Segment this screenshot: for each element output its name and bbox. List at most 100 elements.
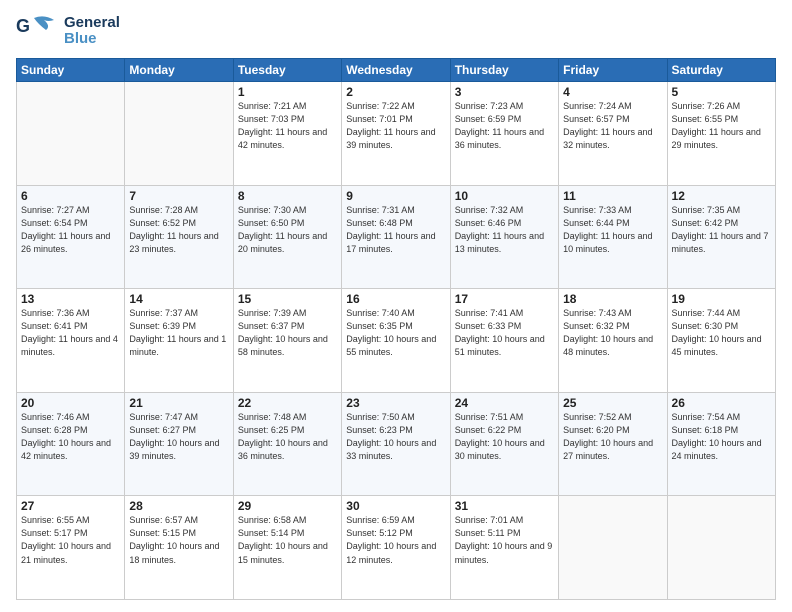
day-number: 13 [21,292,120,306]
calendar-cell: 17Sunrise: 7:41 AMSunset: 6:33 PMDayligh… [450,289,558,393]
logo-blue: Blue [64,31,120,48]
day-info: Sunrise: 7:40 AMSunset: 6:35 PMDaylight:… [346,307,445,359]
calendar-week-row: 6Sunrise: 7:27 AMSunset: 6:54 PMDaylight… [17,185,776,289]
day-number: 17 [455,292,554,306]
day-number: 15 [238,292,337,306]
calendar-cell: 1Sunrise: 7:21 AMSunset: 7:03 PMDaylight… [233,82,341,186]
day-info: Sunrise: 7:23 AMSunset: 6:59 PMDaylight:… [455,100,554,152]
calendar-cell: 22Sunrise: 7:48 AMSunset: 6:25 PMDayligh… [233,392,341,496]
calendar-cell: 15Sunrise: 7:39 AMSunset: 6:37 PMDayligh… [233,289,341,393]
logo: G General Blue [16,12,120,50]
day-info: Sunrise: 7:50 AMSunset: 6:23 PMDaylight:… [346,411,445,463]
calendar-cell: 27Sunrise: 6:55 AMSunset: 5:17 PMDayligh… [17,496,125,600]
day-info: Sunrise: 7:54 AMSunset: 6:18 PMDaylight:… [672,411,771,463]
calendar-cell: 4Sunrise: 7:24 AMSunset: 6:57 PMDaylight… [559,82,667,186]
day-info: Sunrise: 7:21 AMSunset: 7:03 PMDaylight:… [238,100,337,152]
col-monday: Monday [125,59,233,82]
day-number: 4 [563,85,662,99]
day-number: 6 [21,189,120,203]
day-number: 27 [21,499,120,513]
calendar-cell: 5Sunrise: 7:26 AMSunset: 6:55 PMDaylight… [667,82,775,186]
day-number: 30 [346,499,445,513]
calendar-cell [17,82,125,186]
col-friday: Friday [559,59,667,82]
day-number: 18 [563,292,662,306]
day-info: Sunrise: 6:58 AMSunset: 5:14 PMDaylight:… [238,514,337,566]
day-number: 19 [672,292,771,306]
calendar-cell: 31Sunrise: 7:01 AMSunset: 5:11 PMDayligh… [450,496,558,600]
calendar-cell [125,82,233,186]
calendar-cell: 25Sunrise: 7:52 AMSunset: 6:20 PMDayligh… [559,392,667,496]
day-info: Sunrise: 7:35 AMSunset: 6:42 PMDaylight:… [672,204,771,256]
day-number: 26 [672,396,771,410]
col-wednesday: Wednesday [342,59,450,82]
calendar-cell: 30Sunrise: 6:59 AMSunset: 5:12 PMDayligh… [342,496,450,600]
day-number: 20 [21,396,120,410]
calendar-week-row: 27Sunrise: 6:55 AMSunset: 5:17 PMDayligh… [17,496,776,600]
day-info: Sunrise: 6:57 AMSunset: 5:15 PMDaylight:… [129,514,228,566]
day-info: Sunrise: 7:37 AMSunset: 6:39 PMDaylight:… [129,307,228,359]
calendar-week-row: 20Sunrise: 7:46 AMSunset: 6:28 PMDayligh… [17,392,776,496]
calendar-cell: 11Sunrise: 7:33 AMSunset: 6:44 PMDayligh… [559,185,667,289]
day-number: 23 [346,396,445,410]
day-info: Sunrise: 7:33 AMSunset: 6:44 PMDaylight:… [563,204,662,256]
day-number: 12 [672,189,771,203]
day-number: 21 [129,396,228,410]
day-number: 8 [238,189,337,203]
day-number: 31 [455,499,554,513]
calendar-week-row: 1Sunrise: 7:21 AMSunset: 7:03 PMDaylight… [17,82,776,186]
day-info: Sunrise: 6:55 AMSunset: 5:17 PMDaylight:… [21,514,120,566]
day-number: 9 [346,189,445,203]
day-info: Sunrise: 7:46 AMSunset: 6:28 PMDaylight:… [21,411,120,463]
day-info: Sunrise: 7:44 AMSunset: 6:30 PMDaylight:… [672,307,771,359]
day-info: Sunrise: 7:30 AMSunset: 6:50 PMDaylight:… [238,204,337,256]
calendar-cell: 26Sunrise: 7:54 AMSunset: 6:18 PMDayligh… [667,392,775,496]
day-info: Sunrise: 7:51 AMSunset: 6:22 PMDaylight:… [455,411,554,463]
day-info: Sunrise: 7:32 AMSunset: 6:46 PMDaylight:… [455,204,554,256]
calendar-cell: 9Sunrise: 7:31 AMSunset: 6:48 PMDaylight… [342,185,450,289]
calendar-cell: 16Sunrise: 7:40 AMSunset: 6:35 PMDayligh… [342,289,450,393]
day-info: Sunrise: 7:39 AMSunset: 6:37 PMDaylight:… [238,307,337,359]
col-tuesday: Tuesday [233,59,341,82]
day-number: 3 [455,85,554,99]
svg-text:G: G [16,16,30,36]
day-info: Sunrise: 7:28 AMSunset: 6:52 PMDaylight:… [129,204,228,256]
calendar-cell: 19Sunrise: 7:44 AMSunset: 6:30 PMDayligh… [667,289,775,393]
calendar-cell: 18Sunrise: 7:43 AMSunset: 6:32 PMDayligh… [559,289,667,393]
day-number: 7 [129,189,228,203]
day-info: Sunrise: 7:26 AMSunset: 6:55 PMDaylight:… [672,100,771,152]
calendar-cell: 3Sunrise: 7:23 AMSunset: 6:59 PMDaylight… [450,82,558,186]
day-info: Sunrise: 7:36 AMSunset: 6:41 PMDaylight:… [21,307,120,359]
day-number: 24 [455,396,554,410]
day-number: 22 [238,396,337,410]
calendar-cell: 20Sunrise: 7:46 AMSunset: 6:28 PMDayligh… [17,392,125,496]
logo-icon: G [16,12,60,50]
day-info: Sunrise: 7:22 AMSunset: 7:01 PMDaylight:… [346,100,445,152]
calendar-cell: 10Sunrise: 7:32 AMSunset: 6:46 PMDayligh… [450,185,558,289]
header: G General Blue [16,12,776,50]
day-number: 29 [238,499,337,513]
day-number: 10 [455,189,554,203]
calendar-cell: 14Sunrise: 7:37 AMSunset: 6:39 PMDayligh… [125,289,233,393]
col-saturday: Saturday [667,59,775,82]
calendar-cell: 6Sunrise: 7:27 AMSunset: 6:54 PMDaylight… [17,185,125,289]
calendar-week-row: 13Sunrise: 7:36 AMSunset: 6:41 PMDayligh… [17,289,776,393]
day-info: Sunrise: 6:59 AMSunset: 5:12 PMDaylight:… [346,514,445,566]
day-number: 2 [346,85,445,99]
calendar-cell: 28Sunrise: 6:57 AMSunset: 5:15 PMDayligh… [125,496,233,600]
day-number: 11 [563,189,662,203]
day-info: Sunrise: 7:48 AMSunset: 6:25 PMDaylight:… [238,411,337,463]
calendar-cell: 13Sunrise: 7:36 AMSunset: 6:41 PMDayligh… [17,289,125,393]
day-info: Sunrise: 7:47 AMSunset: 6:27 PMDaylight:… [129,411,228,463]
col-thursday: Thursday [450,59,558,82]
day-info: Sunrise: 7:27 AMSunset: 6:54 PMDaylight:… [21,204,120,256]
day-info: Sunrise: 7:01 AMSunset: 5:11 PMDaylight:… [455,514,554,566]
col-sunday: Sunday [17,59,125,82]
logo-general: General [64,15,120,32]
calendar-table: Sunday Monday Tuesday Wednesday Thursday… [16,58,776,600]
day-number: 5 [672,85,771,99]
day-number: 28 [129,499,228,513]
calendar-cell: 12Sunrise: 7:35 AMSunset: 6:42 PMDayligh… [667,185,775,289]
day-number: 1 [238,85,337,99]
calendar-cell: 23Sunrise: 7:50 AMSunset: 6:23 PMDayligh… [342,392,450,496]
